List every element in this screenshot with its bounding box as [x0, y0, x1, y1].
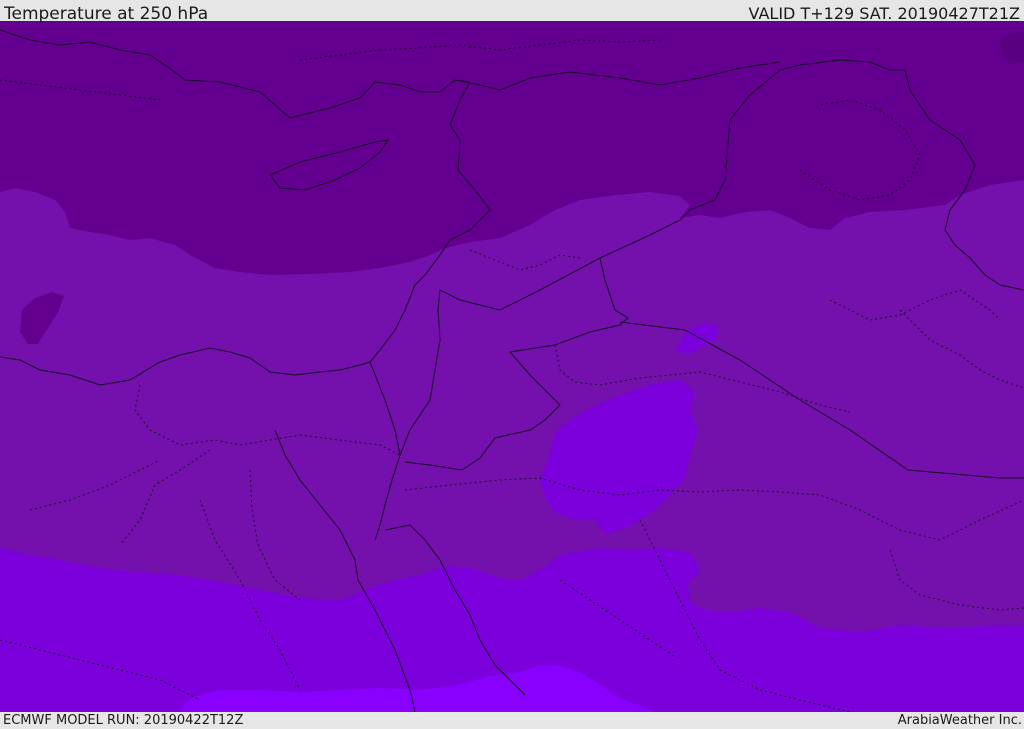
weather-map[interactable]	[0, 21, 1024, 712]
map-title: Temperature at 250 hPa	[4, 4, 209, 24]
credit-label: ArabiaWeather Inc.	[897, 713, 1022, 728]
footer-bar: ECMWF MODEL RUN: 20190422T12Z ArabiaWeat…	[0, 712, 1024, 729]
header-bar: Temperature at 250 hPa VALID T+129 SAT. …	[0, 0, 1024, 24]
map-canvas	[0, 21, 1024, 712]
map-viewer: Temperature at 250 hPa VALID T+129 SAT. …	[0, 0, 1024, 729]
valid-time-label: VALID T+129 SAT. 20190427T21Z	[748, 4, 1020, 23]
model-run-label: ECMWF MODEL RUN: 20190422T12Z	[3, 713, 244, 728]
